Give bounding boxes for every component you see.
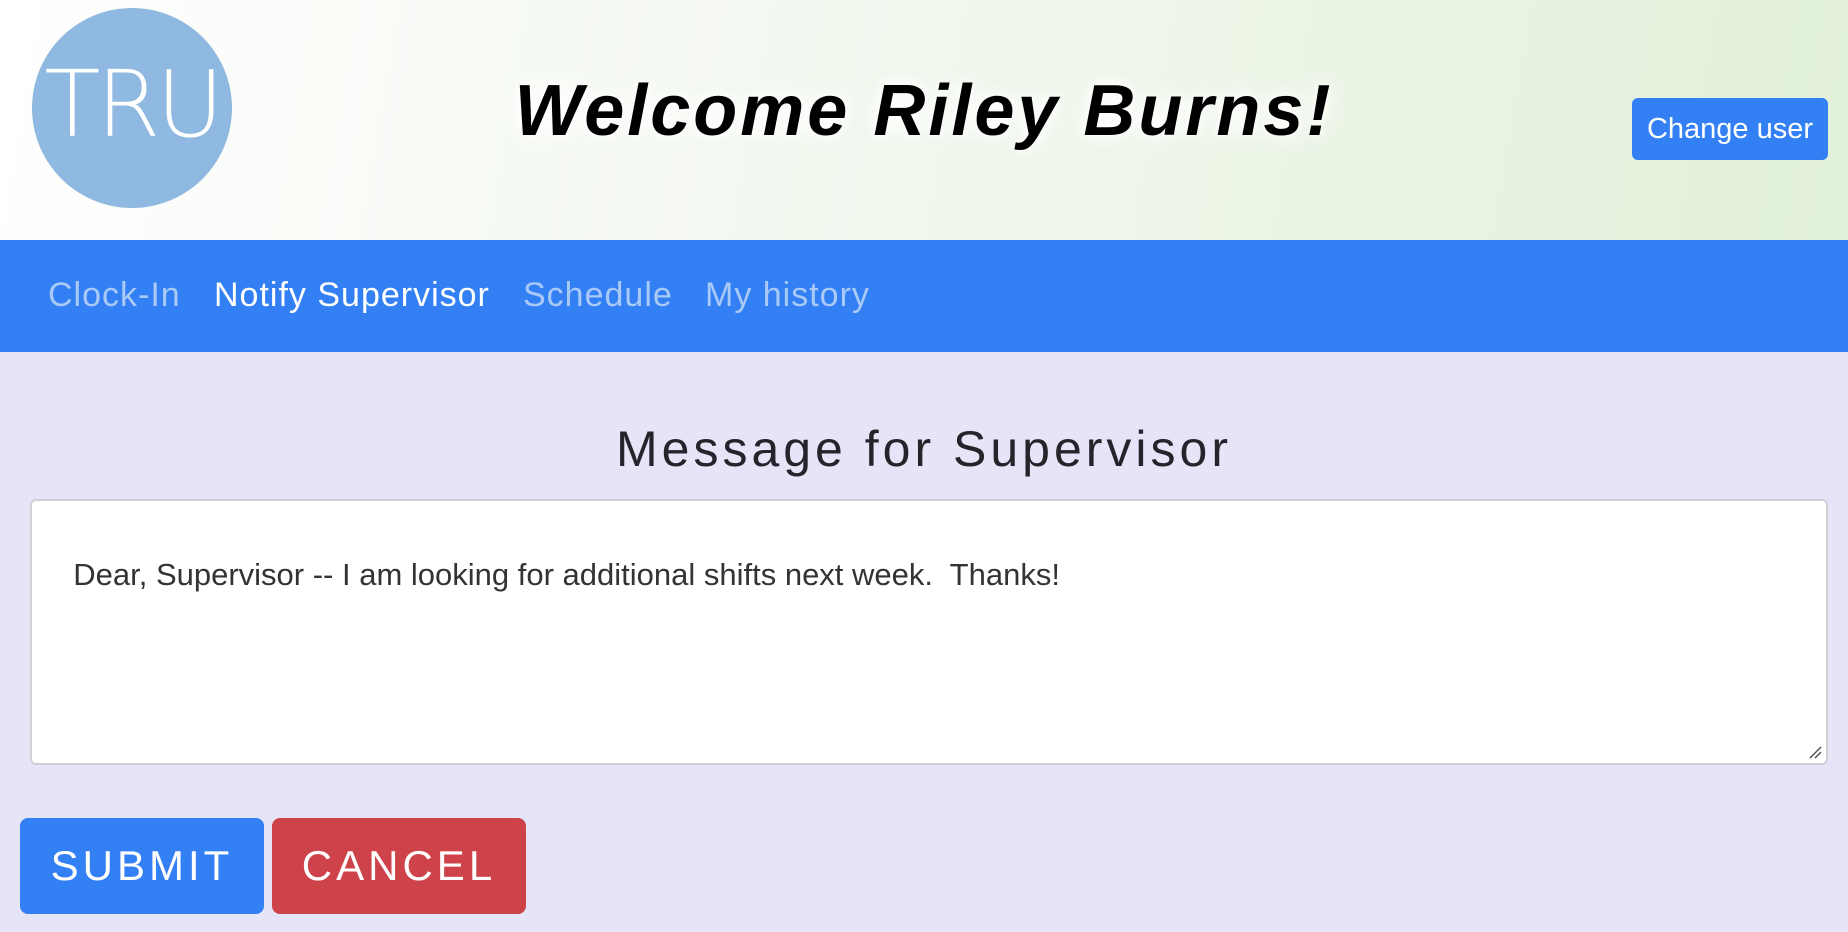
welcome-heading: Welcome Riley Burns!	[514, 71, 1334, 151]
cancel-button[interactable]: CANCEL	[272, 818, 526, 914]
nav-item-schedule[interactable]: Schedule	[523, 276, 673, 315]
nav-item-my-history[interactable]: My history	[705, 276, 870, 315]
message-text: Dear, Supervisor -- I am looking for add…	[73, 557, 1060, 592]
header: TRU Welcome Riley Burns! Change user	[0, 0, 1848, 240]
change-user-button[interactable]: Change user	[1632, 98, 1828, 160]
page-title: Message for Supervisor	[615, 421, 1232, 477]
message-textarea[interactable]: Dear, Supervisor -- I am looking for add…	[30, 499, 1828, 765]
submit-button[interactable]: SUBMIT	[20, 818, 264, 914]
resize-handle-icon[interactable]	[1808, 745, 1822, 759]
nav-item-clock-in[interactable]: Clock-In	[48, 276, 181, 315]
nav-bar: Clock-In Notify Supervisor Schedule My h…	[0, 240, 1848, 352]
nav-item-notify-supervisor[interactable]: Notify Supervisor	[214, 276, 490, 315]
